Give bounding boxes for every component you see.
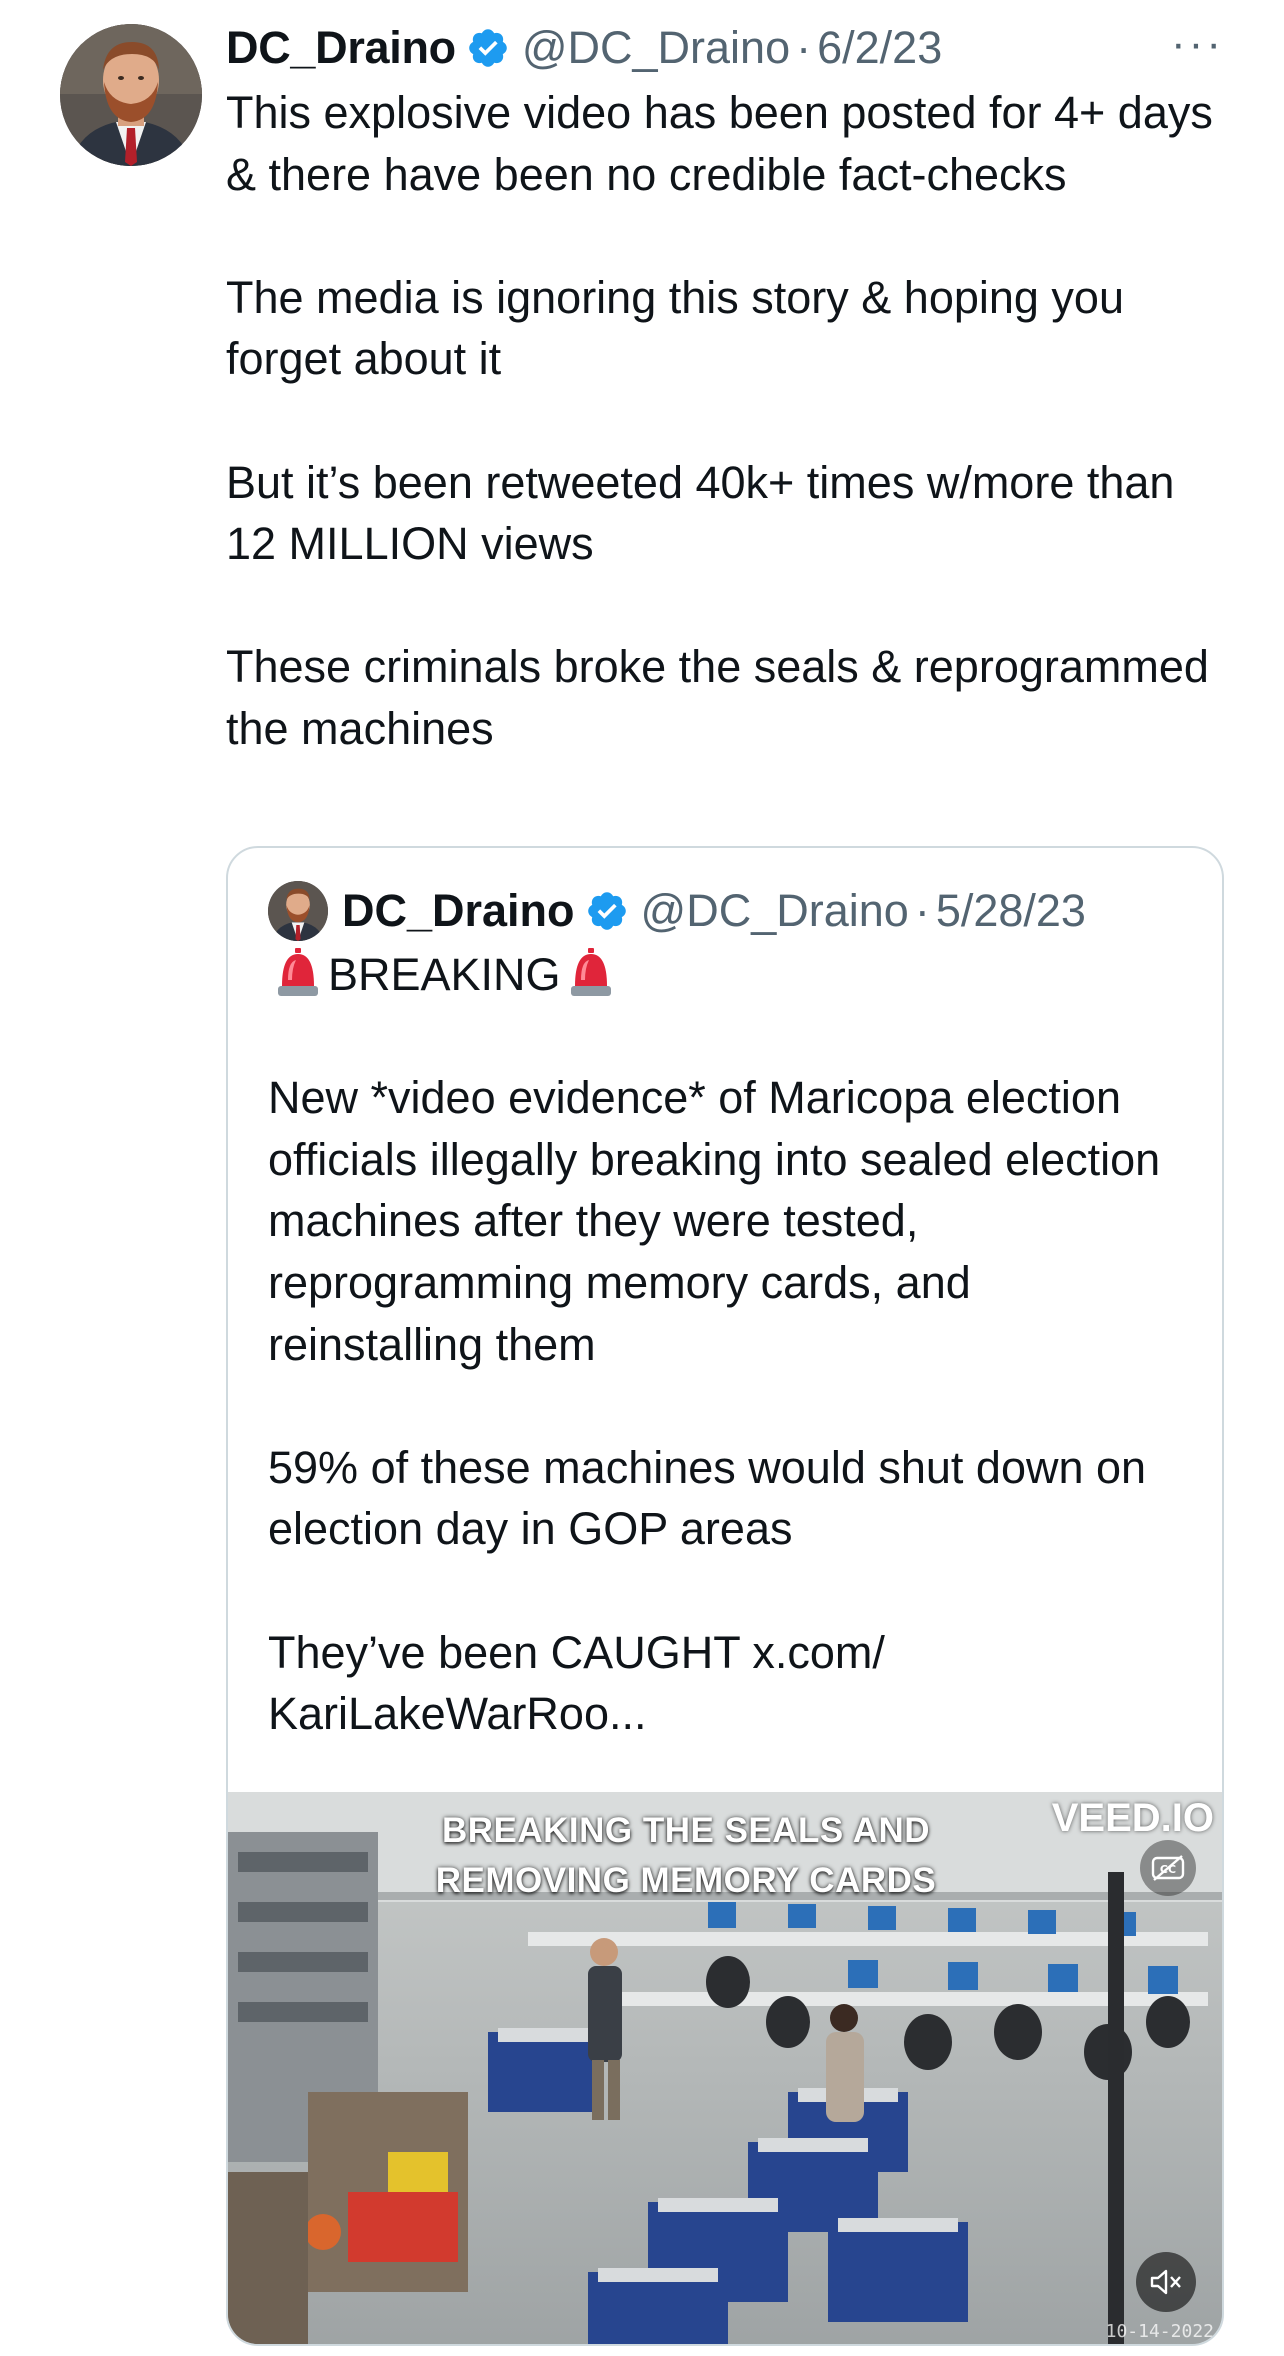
video-player[interactable]: BREAKING THE SEALS AND REMOVING MEMORY C… xyxy=(228,1792,1222,2344)
video-watermark: VEED.IO xyxy=(1051,1796,1214,1840)
more-options-icon[interactable]: ··· xyxy=(1171,22,1224,66)
author-name[interactable]: DC_Draino xyxy=(226,22,456,74)
video-timestamp: 10-14-2022 xyxy=(1105,2321,1214,2342)
tweet-paragraph: These criminals broke the seals & reprog… xyxy=(226,641,1209,754)
meta-separator: · xyxy=(796,22,812,73)
closed-captions-off-icon[interactable]: CC xyxy=(1140,1840,1196,1896)
quoted-author-avatar xyxy=(268,881,328,941)
video-caption-line: BREAKING THE SEALS AND xyxy=(441,1811,931,1850)
tweet-date[interactable]: 6/2/23 xyxy=(817,22,942,74)
quoted-paragraph: 59% of these machines would shut down on… xyxy=(268,1441,1147,1555)
tweet-paragraph: But it’s been retweeted 40k+ times w/mor… xyxy=(226,456,1175,570)
police-car-light-icon xyxy=(278,948,318,996)
quoted-tweet-date: 5/28/23 xyxy=(935,885,1086,936)
tweet: DC_Draino @DC_Draino · 6/2/23 ··· This e… xyxy=(0,0,1284,2356)
verified-badge-icon[interactable] xyxy=(466,26,510,70)
tweet-paragraph: The media is ignoring this story & hopin… xyxy=(226,271,1124,385)
meta-separator: · xyxy=(914,885,930,936)
breaking-line: BREAKING xyxy=(268,944,1198,1006)
video-caption: BREAKING THE SEALS AND REMOVING MEMORY C… xyxy=(426,1806,946,1906)
tweet-body: This explosive video has been posted for… xyxy=(226,82,1226,760)
speaker-muted-icon[interactable] xyxy=(1136,2252,1196,2312)
quoted-tweet-body: BREAKING New *video evidence* of Maricop… xyxy=(268,944,1198,1745)
author-avatar[interactable] xyxy=(60,24,202,166)
author-handle[interactable]: @DC_Draino xyxy=(522,22,790,74)
quoted-author-name: DC_Draino xyxy=(342,885,575,936)
video-caption-line: REMOVING MEMORY CARDS xyxy=(435,1861,937,1900)
verified-badge-icon xyxy=(587,892,626,930)
quoted-tweet-card[interactable]: DC_Draino @DC_Draino · 5/28/23 BREAKING xyxy=(226,846,1224,2346)
tweet-header: DC_Draino @DC_Draino · 6/2/23 xyxy=(226,18,942,78)
breaking-label: BREAKING xyxy=(328,949,561,1000)
police-car-light-icon xyxy=(570,948,611,996)
quoted-paragraph: New *video evidence* of Maricopa electio… xyxy=(268,1072,1161,1370)
tweet-paragraph: This explosive video has been posted for… xyxy=(226,87,1213,200)
quoted-tweet-header: DC_Draino @DC_Draino · 5/28/23 xyxy=(268,881,1086,941)
quoted-author-handle: @DC_Draino xyxy=(640,885,909,936)
quoted-paragraph: They’ve been CAUGHT x.com/ KariLakeWarRo… xyxy=(268,1626,885,1740)
